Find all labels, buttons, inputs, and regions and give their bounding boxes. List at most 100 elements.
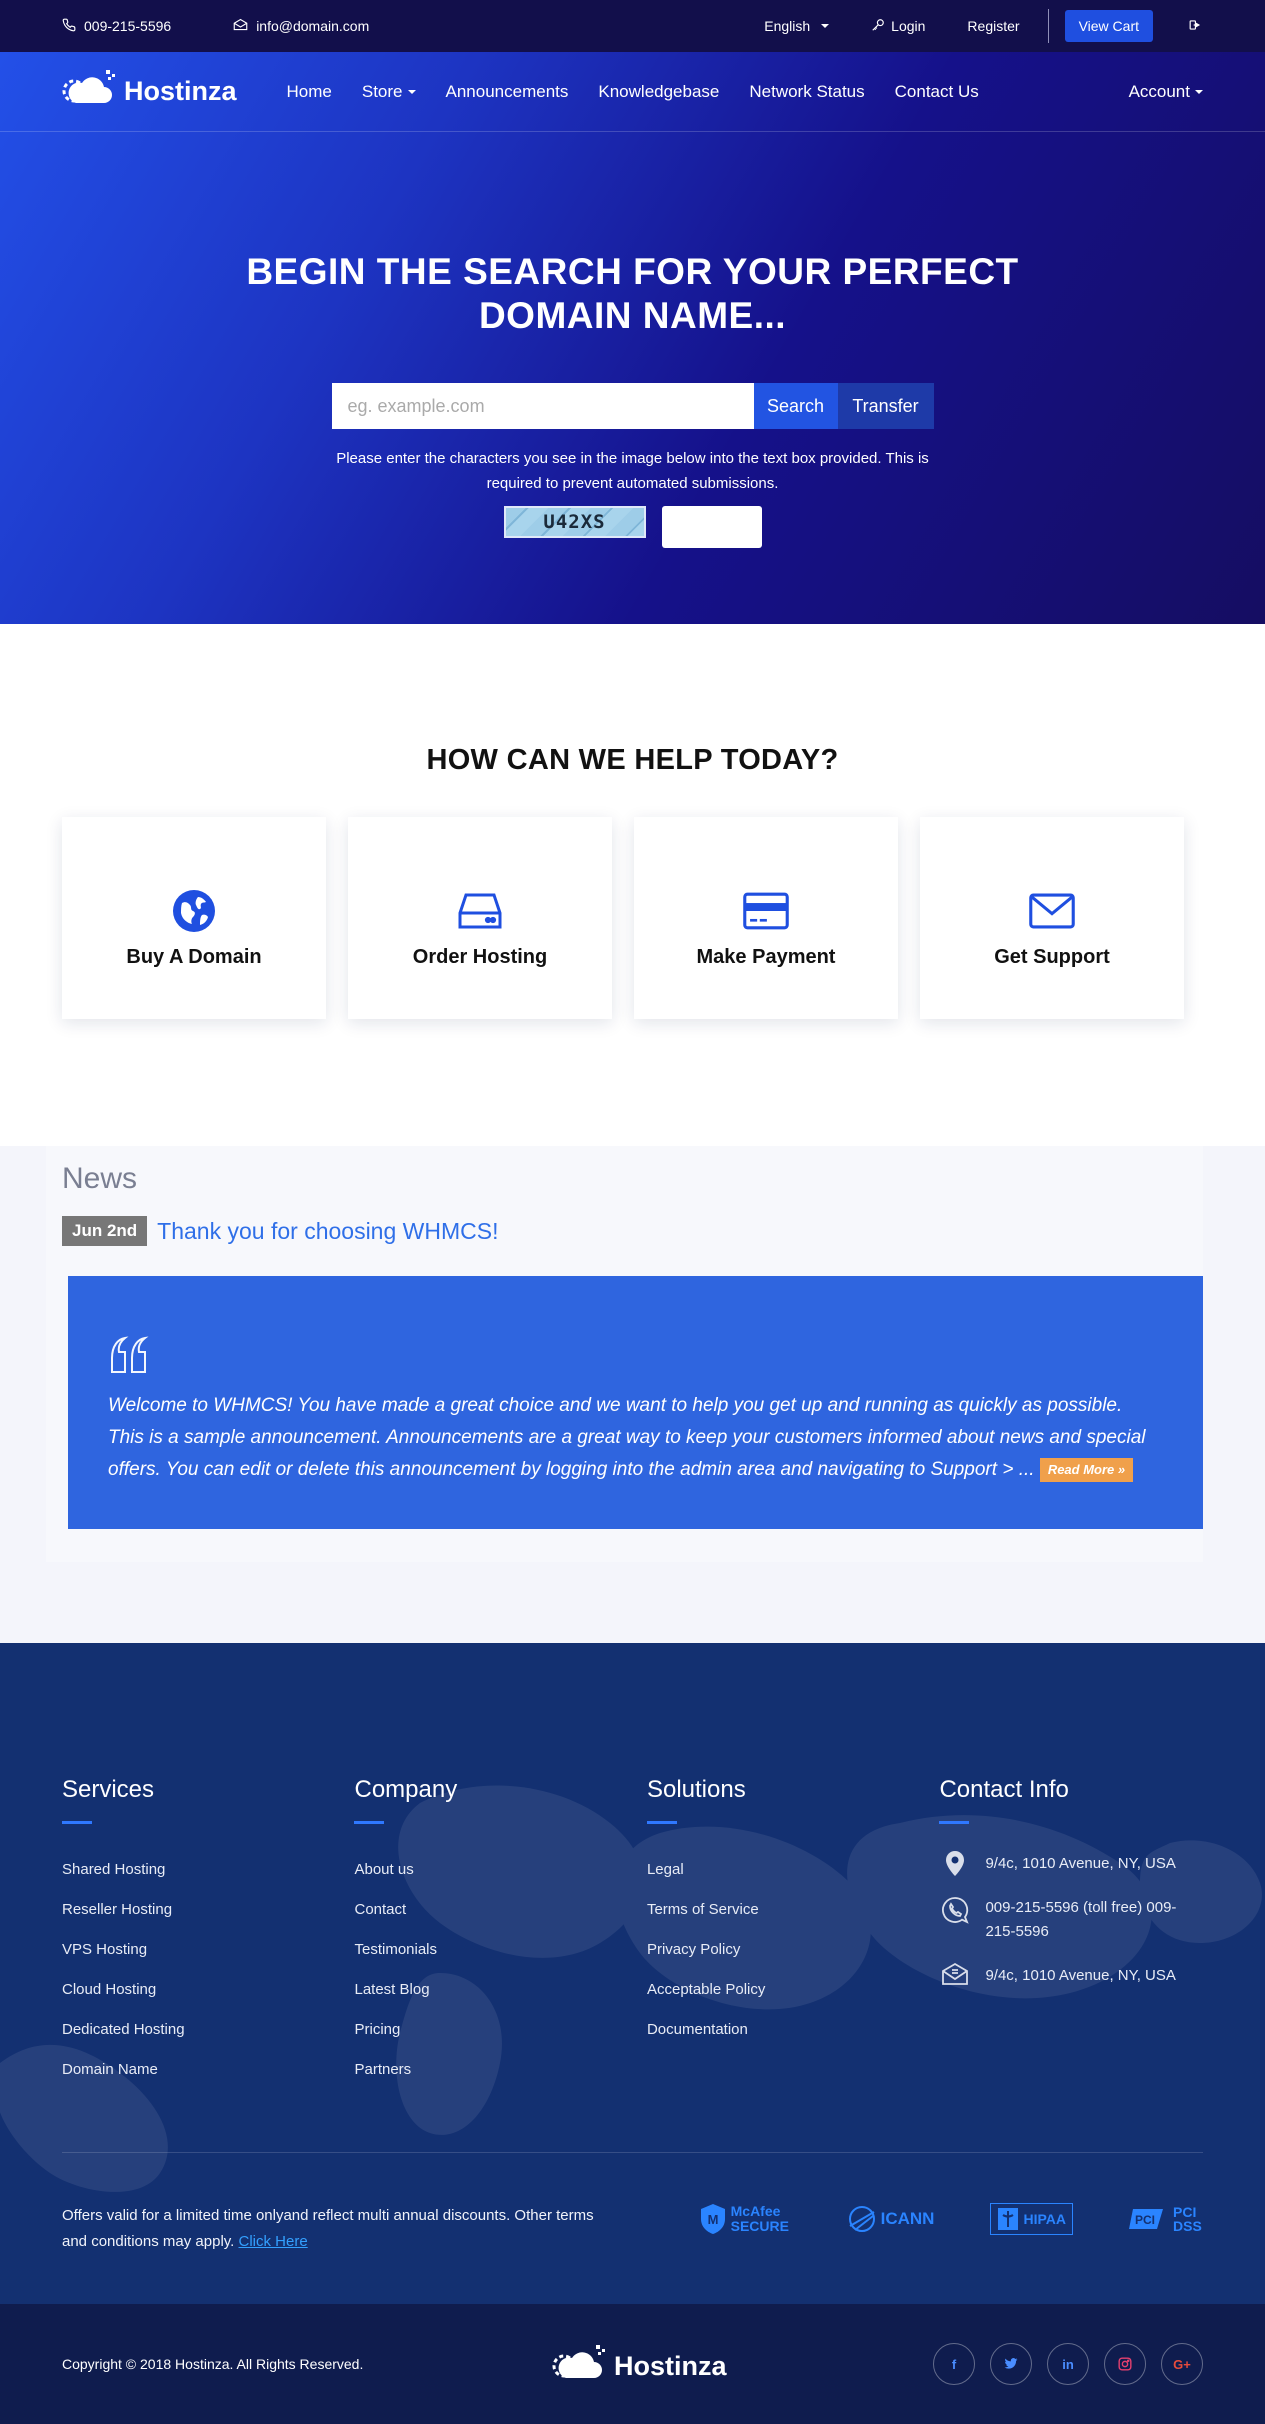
phone-circle-icon bbox=[939, 1896, 971, 1924]
footer-link[interactable]: Domain Name bbox=[62, 2050, 354, 2090]
captcha-instructions: Please enter the characters you see in t… bbox=[336, 450, 929, 492]
topbar-divider bbox=[1047, 9, 1049, 43]
brand-name: Hostinza bbox=[124, 76, 237, 106]
footer-link[interactable]: VPS Hosting bbox=[62, 1930, 354, 1970]
domain-search-input[interactable]: eg. example.com bbox=[331, 383, 754, 429]
footer-company: Company About us Contact Testimonials La… bbox=[354, 1776, 646, 2090]
card-get-support[interactable]: Get Support bbox=[920, 817, 1184, 1019]
brand-logo[interactable]: Hostinza bbox=[62, 67, 237, 116]
language-dropdown[interactable]: English bbox=[764, 18, 830, 34]
icann-badge: ICANN bbox=[847, 2204, 934, 2234]
card-buy-domain[interactable]: Buy A Domain bbox=[62, 817, 326, 1019]
contact-mail-text: 9/4c, 1010 Avenue, NY, USA bbox=[985, 1967, 1176, 1984]
offer-text: Offers valid for a limited time onlyand … bbox=[62, 2207, 594, 2250]
hipaa-label: HIPAA bbox=[1023, 2211, 1066, 2227]
google-plus-icon[interactable]: G+ bbox=[1161, 2343, 1203, 2385]
card-label: Make Payment bbox=[696, 945, 836, 968]
phone-contact[interactable]: 009-215-5596 bbox=[62, 18, 171, 35]
cloud-gear-icon bbox=[62, 67, 118, 116]
announcement-box: Welcome to WHMCS! You have made a great … bbox=[68, 1276, 1203, 1529]
trust-badges: M McAfee SECURE ICANN HIPAA PCI PCI DSS bbox=[699, 2203, 1203, 2235]
nav-item-network-status[interactable]: Network Status bbox=[749, 82, 864, 102]
register-link[interactable]: Register bbox=[967, 18, 1019, 34]
nav-item-announcements[interactable]: Announcements bbox=[446, 82, 569, 102]
footer-link[interactable]: Dedicated Hosting bbox=[62, 2010, 354, 2050]
title-underline bbox=[646, 1821, 677, 1824]
mcafee-label: McAfee SECURE bbox=[730, 2203, 789, 2234]
news-headline: Jun 2nd Thank you for choosing WHMCS! bbox=[62, 1216, 1203, 1246]
footer-columns: Services Shared Hosting Reseller Hosting… bbox=[0, 1643, 1265, 2090]
transfer-button[interactable]: Transfer bbox=[837, 383, 934, 429]
cloud-gear-icon bbox=[552, 2342, 608, 2391]
card-order-hosting[interactable]: Order Hosting bbox=[348, 817, 612, 1019]
register-label: Register bbox=[967, 18, 1020, 34]
footer-link[interactable]: Acceptable Policy bbox=[647, 1970, 939, 2010]
brand-name: Hostinza bbox=[614, 2351, 727, 2381]
announcement-text: Welcome to WHMCS! You have made a great … bbox=[108, 1390, 1163, 1486]
footer-link[interactable]: Terms of Service bbox=[647, 1890, 939, 1930]
announcement-body: Welcome to WHMCS! You have made a great … bbox=[108, 1395, 1146, 1480]
footer-contact-title: Contact Info bbox=[939, 1776, 1069, 1803]
nav-item-store-label: Store bbox=[361, 81, 403, 101]
view-cart-button[interactable]: View Cart bbox=[1064, 10, 1153, 42]
instagram-icon[interactable] bbox=[1104, 2343, 1146, 2385]
help-title: HOW CAN WE HELP TODAY? bbox=[426, 744, 839, 776]
footer-solutions: Solutions Legal Terms of Service Privacy… bbox=[646, 1776, 939, 2090]
help-section: HOW CAN WE HELP TODAY? Buy A Domain Orde… bbox=[0, 624, 1265, 1146]
card-make-payment[interactable]: Make Payment bbox=[634, 817, 898, 1019]
login-link[interactable]: Login bbox=[871, 18, 925, 35]
contact-address-text: 9/4c, 1010 Avenue, NY, USA bbox=[985, 1855, 1176, 1872]
language-label: English bbox=[764, 18, 811, 34]
footer-link[interactable]: Testimonials bbox=[354, 1930, 646, 1970]
nav-menu: Home Store Announcements Knowledgebase N… bbox=[287, 82, 979, 102]
hero-title: BEGIN THE SEARCH FOR YOUR PERFECT DOMAIN… bbox=[246, 251, 1019, 336]
nav-item-contact-us[interactable]: Contact Us bbox=[895, 82, 979, 102]
email-contact[interactable]: info@domain.com bbox=[233, 18, 369, 34]
footer-contact: Contact Info 9/4c, 1010 Avenue, NY, USA … bbox=[939, 1776, 1203, 2090]
contact-mail: 9/4c, 1010 Avenue, NY, USA bbox=[939, 1962, 1203, 1988]
footer-link[interactable]: Legal bbox=[647, 1850, 939, 1890]
news-title-link[interactable]: Thank you for choosing WHMCS! bbox=[157, 1218, 498, 1245]
key-icon bbox=[871, 18, 885, 35]
footer-brand-logo[interactable]: Hostinza bbox=[552, 2342, 727, 2391]
title-underline bbox=[354, 1821, 385, 1824]
title-underline bbox=[62, 1821, 92, 1824]
footer-solutions-title: Solutions bbox=[646, 1776, 746, 1803]
card-label: Buy A Domain bbox=[126, 945, 262, 968]
account-dropdown[interactable]: Account bbox=[1129, 82, 1203, 102]
bottom-bar: Copyright © 2018 Hostinza. All Rights Re… bbox=[0, 2304, 1265, 2424]
footer: Services Shared Hosting Reseller Hosting… bbox=[0, 1643, 1265, 2304]
footer-link[interactable]: Shared Hosting bbox=[62, 1850, 354, 1890]
footer-link[interactable]: Partners bbox=[354, 2050, 646, 2090]
nav-item-store[interactable]: Store bbox=[362, 82, 416, 102]
nav-item-home[interactable]: Home bbox=[287, 82, 332, 102]
twitter-icon[interactable] bbox=[990, 2343, 1032, 2385]
footer-link[interactable]: Documentation bbox=[647, 2010, 939, 2050]
footer-link[interactable]: About us bbox=[354, 1850, 646, 1890]
footer-link[interactable]: Cloud Hosting bbox=[62, 1970, 354, 2010]
footer-link[interactable]: Contact bbox=[354, 1890, 646, 1930]
phone-text: 009-215-5596 bbox=[84, 18, 172, 34]
read-more-button[interactable]: Read More » bbox=[1039, 1457, 1134, 1482]
globe-icon bbox=[171, 888, 217, 934]
card-label: Order Hosting bbox=[412, 945, 548, 968]
footer-link[interactable]: Reseller Hosting bbox=[62, 1890, 354, 1930]
click-here-link[interactable]: Click Here bbox=[239, 2233, 308, 2250]
linkedin-icon[interactable]: in bbox=[1047, 2343, 1089, 2385]
captcha-input[interactable] bbox=[661, 506, 762, 548]
contact-phone: 009-215-5596 (toll free) 009-215-5596 bbox=[939, 1896, 1203, 1944]
logout-icon[interactable] bbox=[1189, 19, 1203, 34]
footer-divider bbox=[62, 2152, 1203, 2153]
hero-section: Hostinza Home Store Announcements Knowle… bbox=[0, 52, 1265, 624]
footer-link[interactable]: Latest Blog bbox=[354, 1970, 646, 2010]
chevron-down-icon bbox=[1195, 89, 1203, 94]
footer-link[interactable]: Pricing bbox=[354, 2010, 646, 2050]
facebook-icon[interactable]: f bbox=[933, 2343, 975, 2385]
email-text: info@domain.com bbox=[256, 18, 370, 34]
login-label: Login bbox=[891, 18, 926, 34]
pci-dss-badge: PCI PCI DSS bbox=[1129, 2205, 1203, 2233]
nav-item-knowledgebase[interactable]: Knowledgebase bbox=[598, 82, 719, 102]
search-button[interactable]: Search bbox=[753, 383, 838, 429]
footer-link[interactable]: Privacy Policy bbox=[647, 1930, 939, 1970]
news-heading: News bbox=[62, 1162, 138, 1195]
